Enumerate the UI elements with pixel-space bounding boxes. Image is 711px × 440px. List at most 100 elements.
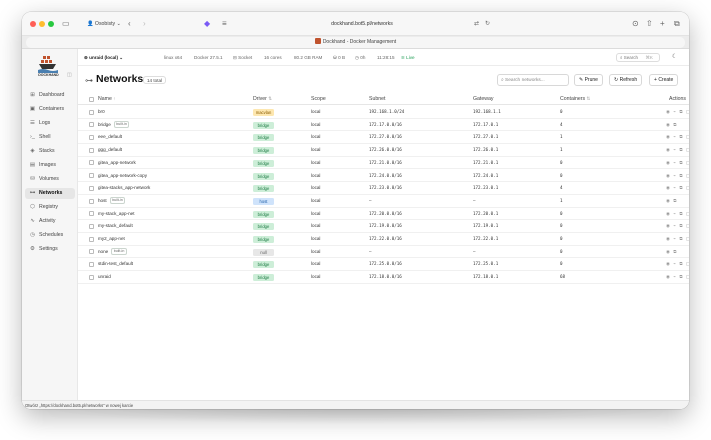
prune-button[interactable]: ✎ Prune bbox=[574, 74, 603, 86]
copy-icon[interactable]: ⧉ bbox=[679, 185, 683, 190]
row-actions[interactable]: ◉ ⌁ ⧉ ▢ 🗑 bbox=[666, 144, 689, 157]
export-icon[interactable]: ▢ bbox=[686, 134, 689, 139]
sidebar-item-logs[interactable]: ☰ Logs bbox=[25, 118, 75, 129]
network-name[interactable]: eee_default bbox=[98, 131, 122, 144]
network-name[interactable]: br0 bbox=[98, 106, 105, 119]
network-name[interactable]: none built-in bbox=[98, 246, 127, 259]
inspect-icon[interactable]: ◉ bbox=[666, 147, 671, 152]
table-row[interactable]: eee_default bridge local 172.27.0.0/16 172.2… bbox=[78, 131, 689, 145]
share-icon[interactable]: ⇧ bbox=[646, 18, 653, 30]
address-bar[interactable]: ◆ ≡ dockhand.bot5.pl/networks ⇄ ↻ bbox=[204, 17, 502, 31]
inspect-icon[interactable]: ◉ bbox=[666, 211, 671, 216]
table-row[interactable]: unraid bridge local 172.18.0.0/16 172.18.0.1… bbox=[78, 271, 689, 284]
row-actions[interactable]: ◉ ⌁ ⧉ ▢ 🗑 bbox=[666, 157, 689, 170]
network-name[interactable]: bridge built-in bbox=[98, 119, 130, 132]
sidebar-item-networks[interactable]: ⊶ Networks bbox=[25, 188, 75, 199]
refresh-button[interactable]: ↻ Refresh bbox=[609, 74, 643, 86]
tab-overview-icon[interactable]: ⧉ bbox=[674, 18, 680, 30]
network-name[interactable]: gitea-stacks_app-network bbox=[98, 182, 150, 195]
network-name[interactable]: host built-in bbox=[98, 195, 126, 208]
row-checkbox[interactable] bbox=[89, 274, 94, 280]
export-icon[interactable]: ▢ bbox=[686, 223, 689, 228]
extension-icon[interactable]: ◆ bbox=[204, 18, 210, 30]
row-checkbox[interactable] bbox=[89, 173, 94, 179]
downloads-icon[interactable]: ⊙ bbox=[632, 18, 639, 30]
network-name[interactable]: my-stack_default bbox=[98, 220, 133, 233]
export-icon[interactable]: ▢ bbox=[686, 185, 689, 190]
forward-icon[interactable]: › bbox=[143, 18, 146, 30]
export-icon[interactable]: ▢ bbox=[686, 147, 689, 152]
network-name[interactable]: stdin-test_default bbox=[98, 258, 133, 271]
page-menu-icon[interactable]: ≡ bbox=[222, 18, 227, 30]
row-actions[interactable]: ◉ ⌁ ⧉ ▢ 🗑 bbox=[666, 182, 689, 195]
row-checkbox[interactable] bbox=[89, 249, 94, 255]
sidebar-item-containers[interactable]: ▣ Containers bbox=[25, 104, 75, 115]
host-selector[interactable]: ⊚ unraid (local) ⌄ bbox=[84, 49, 123, 66]
row-checkbox[interactable] bbox=[89, 262, 94, 268]
network-name[interactable]: unraid bbox=[98, 271, 111, 284]
row-actions[interactable]: ◉ ⌁ ⧉ ▢ 🗑 bbox=[666, 208, 689, 221]
table-row[interactable]: gitea_app-network-copy bridge local 172.24.… bbox=[78, 170, 689, 183]
sidebar-item-schedules[interactable]: ◷ Schedules bbox=[25, 230, 75, 241]
row-actions[interactable]: ◉ ⌁ ⧉ ▢ 🗑 bbox=[666, 258, 689, 271]
copy-icon[interactable]: ⧉ bbox=[679, 134, 683, 139]
connect-icon[interactable]: ⌁ bbox=[673, 223, 677, 228]
row-actions[interactable]: ◉ ⌁ ⧉ ▢ 🗑 bbox=[666, 131, 689, 144]
table-row[interactable]: my2_app-net bridge local 172.22.0.0/16 172.2… bbox=[78, 233, 689, 246]
connect-icon[interactable]: ⌁ bbox=[673, 134, 677, 139]
copy-icon[interactable]: ⧉ bbox=[673, 198, 677, 203]
network-search-input[interactable]: ⌕ Search networks... bbox=[497, 74, 569, 86]
row-checkbox[interactable] bbox=[89, 135, 94, 141]
sidebar-item-volumes[interactable]: ⛁ Volumes bbox=[25, 174, 75, 185]
table-row[interactable]: bridge built-in bridge local 172.17.0.0/16 17… bbox=[78, 119, 689, 132]
row-checkbox[interactable] bbox=[89, 236, 94, 242]
table-row[interactable]: br0 macvlan local 192.168.1.0/24 192.168.1.1… bbox=[78, 106, 689, 119]
connect-icon[interactable]: ⌁ bbox=[673, 185, 677, 190]
sidebar-item-settings[interactable]: ⚙ Settings bbox=[25, 244, 75, 255]
connect-icon[interactable]: ⌁ bbox=[673, 236, 677, 241]
table-row[interactable]: my-stack_app-net bridge local 172.20.0.0/16… bbox=[78, 208, 689, 221]
inspect-icon[interactable]: ◉ bbox=[666, 160, 671, 165]
collapse-sidebar-icon[interactable]: ◫ bbox=[67, 72, 72, 78]
sidebar-item-dashboard[interactable]: ⊞ Dashboard bbox=[25, 90, 75, 101]
inspect-icon[interactable]: ◉ bbox=[666, 185, 671, 190]
global-search-button[interactable]: ⌕ Search ⌘K bbox=[616, 53, 660, 62]
network-name[interactable]: gitea_app-network bbox=[98, 157, 136, 170]
sidebar-item-images[interactable]: ▤ Images bbox=[25, 160, 75, 171]
network-name[interactable]: my2_app-net bbox=[98, 233, 125, 246]
sidebar-item-stacks[interactable]: ◈ Stacks bbox=[25, 146, 75, 157]
network-name[interactable]: gitea_app-network-copy bbox=[98, 170, 147, 183]
connect-icon[interactable]: ⌁ bbox=[673, 261, 677, 266]
table-row[interactable]: none built-in null local – – 0 ◉ ⧉ bbox=[78, 246, 689, 259]
export-icon[interactable]: ▢ bbox=[686, 160, 689, 165]
column-containers[interactable]: Containers ⇅ bbox=[560, 93, 590, 105]
copy-icon[interactable]: ⧉ bbox=[679, 261, 683, 266]
table-row[interactable]: my-stack_default bridge local 172.19.0.0/16… bbox=[78, 220, 689, 233]
row-actions[interactable]: ◉ ⌁ ⧉ ▢ 🗑 bbox=[666, 220, 689, 233]
row-checkbox[interactable] bbox=[89, 147, 94, 153]
export-icon[interactable]: ▢ bbox=[686, 109, 689, 114]
export-icon[interactable]: ▢ bbox=[686, 173, 689, 178]
row-actions[interactable]: ◉ ⌁ ⧉ ▢ 🗑 bbox=[666, 271, 689, 284]
copy-icon[interactable]: ⧉ bbox=[679, 173, 683, 178]
copy-icon[interactable]: ⧉ bbox=[679, 236, 683, 241]
row-checkbox[interactable] bbox=[89, 198, 94, 204]
active-tab[interactable]: Dockhand - Docker Management bbox=[26, 37, 685, 48]
inspect-icon[interactable]: ◉ bbox=[666, 122, 671, 127]
reload-icon[interactable]: ↻ bbox=[485, 18, 490, 30]
create-network-button[interactable]: + Create bbox=[649, 74, 679, 86]
sidebar-item-registry[interactable]: ⬡ Registry bbox=[25, 202, 75, 213]
sidebar-item-shell[interactable]: ›_ Shell bbox=[25, 132, 75, 143]
network-name[interactable]: my-stack_app-net bbox=[98, 208, 135, 221]
export-icon[interactable]: ▢ bbox=[686, 274, 689, 279]
row-actions[interactable]: ◉ ⌁ ⧉ ▢ 🗑 bbox=[666, 233, 689, 246]
row-checkbox[interactable] bbox=[89, 185, 94, 191]
connect-icon[interactable]: ⌁ bbox=[673, 160, 677, 165]
inspect-icon[interactable]: ◉ bbox=[666, 274, 671, 279]
connect-icon[interactable]: ⌁ bbox=[673, 211, 677, 216]
row-actions[interactable]: ◉ ⧉ bbox=[666, 119, 678, 132]
connect-icon[interactable]: ⌁ bbox=[673, 109, 677, 114]
row-actions[interactable]: ◉ ⌁ ⧉ ▢ 🗑 bbox=[666, 106, 689, 119]
table-row[interactable]: gitea_app-network bridge local 172.21.0.0/1… bbox=[78, 157, 689, 170]
copy-icon[interactable]: ⧉ bbox=[679, 147, 683, 152]
